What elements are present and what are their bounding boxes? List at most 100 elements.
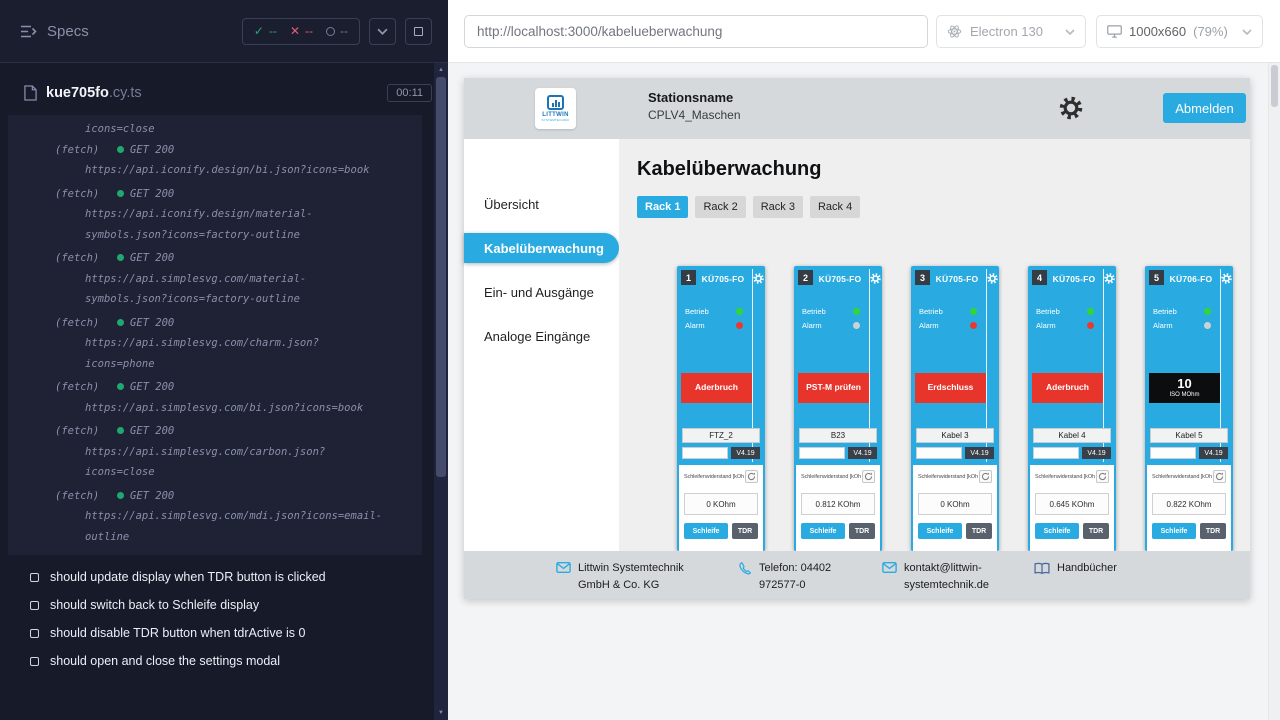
footer-phone[interactable]: Telefon: 04402 972577-0 bbox=[738, 560, 856, 594]
main-content: Kabelüberwachung Rack 1 Rack 2 Rack 3 Ra… bbox=[619, 139, 1250, 551]
refresh-icon[interactable] bbox=[979, 470, 992, 483]
success-dot-icon bbox=[117, 383, 124, 390]
specs-toggle-button[interactable]: Specs bbox=[20, 23, 89, 40]
collapse-button[interactable] bbox=[369, 18, 396, 45]
runner-scrollbar[interactable]: ▲ ▼ bbox=[434, 63, 448, 720]
littwin-logo: LITTWIN SYSTEMTECHNIK bbox=[535, 88, 576, 129]
aux-box bbox=[1033, 447, 1079, 459]
tdr-button[interactable]: TDR bbox=[732, 523, 758, 539]
betrieb-row: Betrieb bbox=[1153, 307, 1211, 316]
tdr-button[interactable]: TDR bbox=[1083, 523, 1109, 539]
app-sidebar: Übersicht Kabelüberwachung Ein- und Ausg… bbox=[464, 139, 619, 551]
sidebar-item-uebersicht[interactable]: Übersicht bbox=[464, 189, 619, 219]
test-state-icon bbox=[30, 573, 39, 582]
device-gear-icon[interactable] bbox=[987, 271, 998, 282]
footer-manuals[interactable]: Handbücher bbox=[1034, 560, 1117, 577]
tab-rack-1[interactable]: Rack 1 bbox=[637, 196, 688, 218]
browser-select[interactable]: Electron 130 bbox=[936, 15, 1086, 48]
network-log-entry[interactable]: (fetch)GET 200 https://api.simplesvg.com… bbox=[8, 421, 422, 483]
device-number-badge: 4 bbox=[1032, 270, 1047, 285]
device-model-label: KÜ706-FO bbox=[1165, 274, 1217, 284]
refresh-icon[interactable] bbox=[1096, 470, 1109, 483]
viewport-zoom: (79%) bbox=[1193, 24, 1228, 39]
cable-name-input[interactable]: Kabel 4 bbox=[1033, 428, 1111, 443]
measurement-panel: Schleifenwiderstand [kOhm] 0.822 KOhm Sc… bbox=[1147, 465, 1231, 551]
tdr-button[interactable]: TDR bbox=[849, 523, 875, 539]
spec-file-row[interactable]: kue705fo.cy.ts 00:11 bbox=[24, 84, 432, 102]
footer-company[interactable]: Littwin Systemtechnik GmbH & Co. KG bbox=[556, 560, 712, 594]
test-state-icon bbox=[30, 657, 39, 666]
tdr-button[interactable]: TDR bbox=[1200, 523, 1226, 539]
iso-unit: ISO MOhm bbox=[1169, 392, 1199, 399]
tab-rack-2[interactable]: Rack 2 bbox=[695, 196, 745, 218]
test-title[interactable]: should disable TDR button when tdrActive… bbox=[0, 619, 434, 647]
sidebar-item-analoge-eingaenge[interactable]: Analoge Eingänge bbox=[464, 321, 619, 351]
network-log-entry[interactable]: (fetch)GET 200 https://api.simplesvg.com… bbox=[8, 377, 422, 418]
device-card: 4 KÜ705-FO Betrieb Alarm Aderbruch Kabel… bbox=[1028, 266, 1116, 551]
refresh-icon[interactable] bbox=[862, 470, 875, 483]
device-gear-icon[interactable] bbox=[1104, 271, 1115, 282]
sidebar-item-kabelueberwachung[interactable]: Kabelüberwachung bbox=[464, 233, 619, 263]
spec-file-name: kue705fo.cy.ts bbox=[46, 85, 142, 101]
command-log: icons=close (fetch)GET 200 https://api.i… bbox=[8, 115, 422, 555]
refresh-icon[interactable] bbox=[1213, 470, 1226, 483]
sidebar-expand-icon bbox=[20, 25, 37, 38]
network-log-entry[interactable]: (fetch)GET 200 https://api.simplesvg.com… bbox=[8, 248, 422, 310]
betrieb-led bbox=[853, 308, 860, 315]
device-gear-icon[interactable] bbox=[1221, 271, 1232, 282]
browser-toolbar: Electron 130 1000x660 (79%) bbox=[448, 0, 1280, 63]
spec-timer: 00:11 bbox=[387, 84, 432, 102]
betrieb-row: Betrieb bbox=[685, 307, 743, 316]
status-message: PST-M prüfen bbox=[798, 373, 869, 403]
schleife-button[interactable]: Schleife bbox=[1152, 523, 1196, 539]
footer-email[interactable]: kontakt@littwin-systemtechnik.de bbox=[882, 560, 978, 594]
chevron-down-icon bbox=[1065, 29, 1075, 35]
resistance-value: 0.822 KOhm bbox=[1152, 493, 1226, 515]
network-log-entry[interactable]: (fetch)GET 200 https://api.simplesvg.com… bbox=[8, 313, 422, 375]
refresh-icon[interactable] bbox=[745, 470, 758, 483]
success-dot-icon bbox=[117, 254, 124, 261]
schleife-button[interactable]: Schleife bbox=[1035, 523, 1079, 539]
network-log-entry[interactable]: (fetch)GET 200 https://api.iconify.desig… bbox=[8, 140, 422, 181]
circle-icon bbox=[326, 27, 335, 36]
alarm-led bbox=[970, 322, 977, 329]
viewport-select[interactable]: 1000x660 (79%) bbox=[1096, 15, 1263, 48]
cable-name-input[interactable]: Kabel 5 bbox=[1150, 428, 1228, 443]
chevron-down-icon bbox=[1242, 29, 1252, 35]
tab-rack-3[interactable]: Rack 3 bbox=[753, 196, 803, 218]
page-scrollbar[interactable] bbox=[1268, 63, 1280, 720]
device-gear-icon[interactable] bbox=[753, 271, 764, 282]
scrollbar-thumb[interactable] bbox=[436, 77, 446, 477]
status-message: Aderbruch bbox=[681, 373, 752, 403]
network-log-entry[interactable]: (fetch)GET 200 https://api.iconify.desig… bbox=[8, 184, 422, 246]
betrieb-led bbox=[970, 308, 977, 315]
cable-name-input[interactable]: B23 bbox=[799, 428, 877, 443]
test-title[interactable]: should switch back to Schleife display bbox=[0, 591, 434, 619]
scroll-down-icon[interactable]: ▼ bbox=[434, 706, 448, 720]
file-icon bbox=[24, 85, 37, 101]
cable-name-input[interactable]: Kabel 3 bbox=[916, 428, 994, 443]
network-log-entry[interactable]: (fetch)GET 200 https://api.simplesvg.com… bbox=[8, 486, 422, 548]
scroll-up-icon[interactable]: ▲ bbox=[434, 63, 448, 77]
schleife-button[interactable]: Schleife bbox=[684, 523, 728, 539]
logout-button[interactable]: Abmelden bbox=[1163, 93, 1246, 123]
cable-name-input[interactable]: FTZ_2 bbox=[682, 428, 760, 443]
sidebar-item-ein-und-ausgaenge[interactable]: Ein- und Ausgänge bbox=[464, 277, 619, 307]
tdr-button[interactable]: TDR bbox=[966, 523, 992, 539]
test-title[interactable]: should open and close the settings modal bbox=[0, 647, 434, 675]
device-card: 3 KÜ705-FO Betrieb Alarm Erdschluss Kabe… bbox=[911, 266, 999, 551]
resistance-value: 0.812 KOhm bbox=[801, 493, 875, 515]
stop-button[interactable] bbox=[405, 18, 432, 45]
firmware-version: V4.19 bbox=[965, 447, 994, 459]
schleife-button[interactable]: Schleife bbox=[918, 523, 962, 539]
scrollbar-thumb[interactable] bbox=[1271, 65, 1278, 107]
tab-rack-4[interactable]: Rack 4 bbox=[810, 196, 860, 218]
settings-gear-icon[interactable] bbox=[1059, 96, 1083, 120]
mail-icon bbox=[556, 562, 571, 573]
device-number-badge: 3 bbox=[915, 270, 930, 285]
test-title[interactable]: should update display when TDR button is… bbox=[0, 563, 434, 591]
url-input[interactable] bbox=[464, 15, 928, 48]
schleife-button[interactable]: Schleife bbox=[801, 523, 845, 539]
device-gear-icon[interactable] bbox=[870, 271, 881, 282]
firmware-version: V4.19 bbox=[731, 447, 760, 459]
